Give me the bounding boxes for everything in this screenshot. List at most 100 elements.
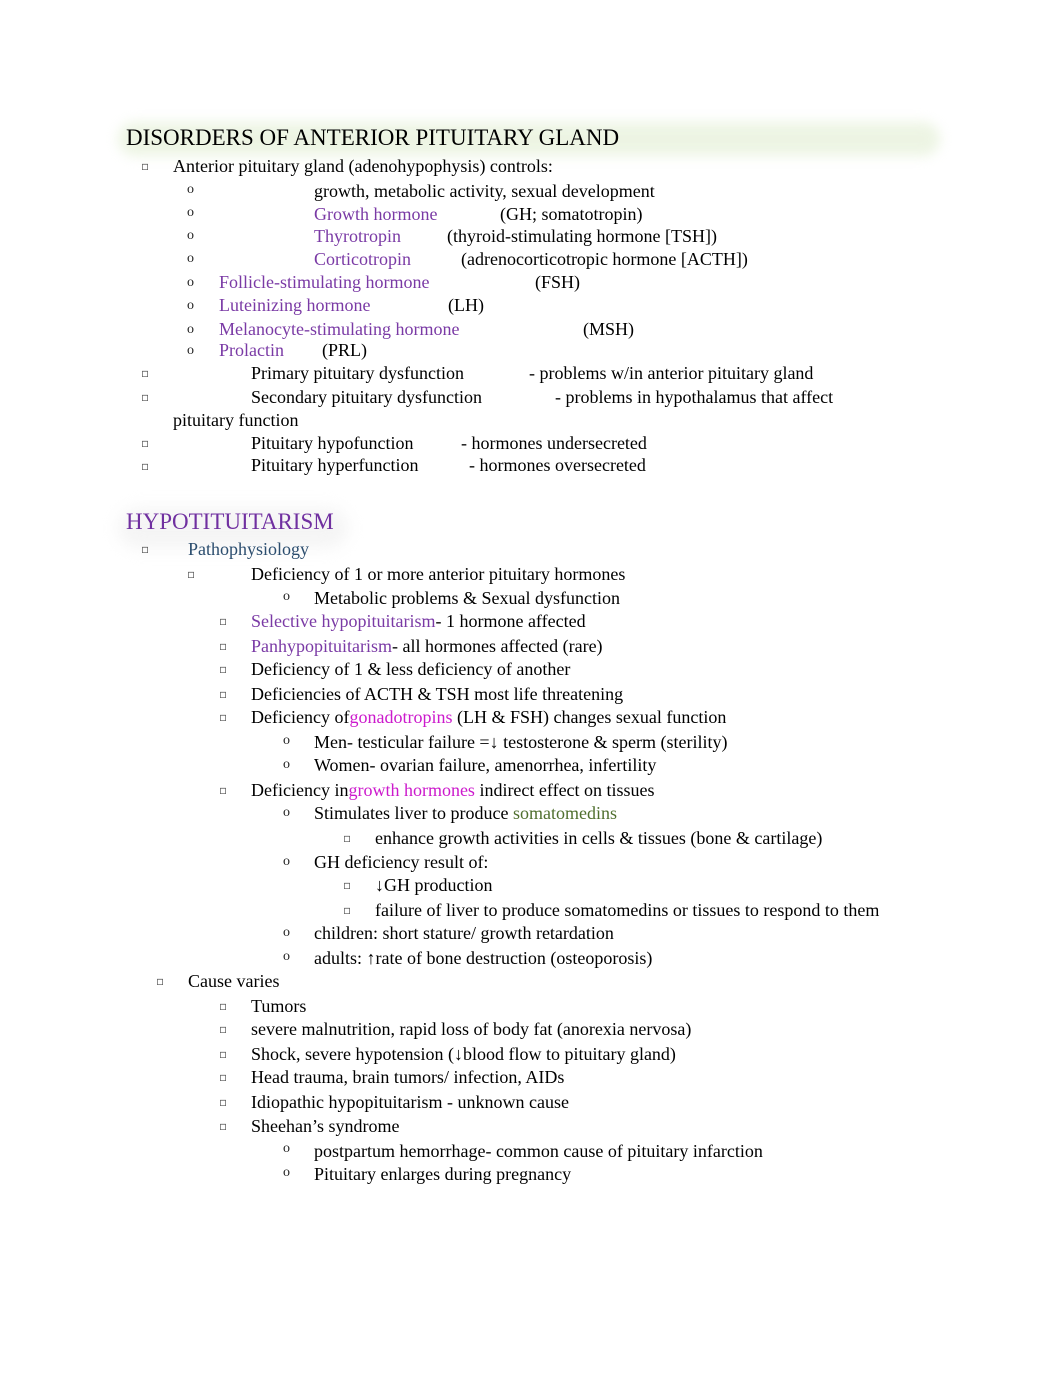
square-bullet-icon: ▫ [219, 783, 228, 797]
term-fsh: Follicle-stimulating hormone [219, 272, 430, 292]
item-prefix: Deficiency of [251, 707, 350, 727]
term-gonadotropins: gonadotropins [349, 707, 453, 727]
square-bullet-icon: ▫ [219, 662, 228, 676]
term-somatomedins: somatomedins [512, 803, 617, 823]
circle-bullet-icon: o [283, 805, 290, 820]
circle-bullet-icon: o [283, 1141, 290, 1156]
item-desc-continuation: pituitary function [173, 410, 299, 430]
list-item: Women- ovarian failure, amenorrhea, infe… [314, 755, 657, 775]
item-prefix: Deficiency in [251, 780, 349, 800]
item-desc: - all hormones affected (rare) [392, 636, 603, 656]
item-desc: (MSH) [583, 319, 635, 339]
list-item: Growth hormone [314, 203, 437, 225]
term-lh: Luteinizing hormone [219, 295, 371, 315]
circle-bullet-icon: o [187, 275, 194, 290]
square-bullet-icon: ▫ [141, 459, 150, 473]
term-prolactin: Prolactin [219, 340, 284, 360]
circle-bullet-icon: o [187, 298, 194, 313]
square-bullet-icon: ▫ [343, 831, 352, 845]
item-prefix: Stimulates liver to produce [314, 803, 513, 823]
square-bullet-icon: ▫ [219, 687, 228, 701]
list-item: postpartum hemorrhage- common cause of p… [314, 1141, 763, 1161]
circle-bullet-icon: o [187, 322, 194, 337]
item-desc: - problems in hypothalamus that affect [555, 387, 834, 407]
list-item: Head trauma, brain tumors/ infection, AI… [251, 1067, 565, 1087]
section-title-disorders: DISORDERS OF ANTERIOR PITUITARY GLAND [126, 125, 620, 150]
term-growth-hormones: growth hormones [348, 780, 475, 800]
square-bullet-icon: ▫ [219, 999, 228, 1013]
circle-bullet-icon: o [283, 854, 290, 869]
list-item: GH deficiency result of: [314, 852, 489, 872]
item-desc: growth, metabolic activity, sexual devel… [314, 181, 655, 201]
item-desc: - hormones oversecreted [469, 455, 646, 475]
intro-text: Anterior pituitary gland (adenohypophysi… [173, 156, 553, 176]
circle-bullet-icon: o [283, 757, 290, 772]
list-item: Selective hypopituitarism- 1 hormone aff… [251, 610, 586, 632]
list-item: children: short stature/ growth retardat… [314, 923, 614, 943]
square-bullet-icon: ▫ [141, 542, 150, 556]
term-hypofunction: Pituitary hypofunction [251, 433, 414, 453]
circle-bullet-icon: o [187, 343, 194, 358]
item-desc: - problems w/in anterior pituitary gland [529, 363, 814, 383]
circle-bullet-icon: o [283, 949, 290, 964]
item-desc: (PRL) [322, 340, 367, 360]
square-bullet-icon: ▫ [141, 159, 150, 173]
square-bullet-icon: ▫ [219, 614, 228, 628]
item-desc: - 1 hormone affected [435, 611, 586, 631]
square-bullet-icon: ▫ [219, 710, 228, 724]
term-corticotropin: Corticotropin [314, 249, 411, 269]
square-bullet-icon: ▫ [141, 366, 150, 380]
list-item: Stimulates liver to produce somatomedins [314, 802, 617, 824]
circle-bullet-icon: o [283, 733, 290, 748]
list-item: ↓GH production [375, 875, 493, 895]
list-item: Deficiency of 1 & less deficiency of ano… [251, 659, 571, 679]
term-hyperfunction: Pituitary hyperfunction [251, 455, 419, 475]
circle-bullet-icon: o [187, 182, 194, 197]
list-item: Deficiency ofgonadotropins (LH & FSH) ch… [251, 706, 726, 728]
term-thyrotropin: Thyrotropin [314, 226, 401, 246]
list-item: adults: ↑rate of bone destruction (osteo… [314, 948, 653, 968]
square-bullet-icon: ▫ [219, 1047, 228, 1061]
square-bullet-icon: ▫ [156, 974, 165, 988]
document-page: DISORDERS OF ANTERIOR PITUITARY GLAND ▫ … [0, 0, 1062, 1377]
square-bullet-icon: ▫ [343, 878, 352, 892]
list-item: Tumors [251, 996, 307, 1016]
square-bullet-icon: ▫ [219, 639, 228, 653]
term-primary-dysfunction: Primary pituitary dysfunction [251, 363, 464, 383]
item-desc: (adrenocorticotropic hormone [ACTH]) [461, 249, 748, 269]
list-item: growth, metabolic activity, sexual devel… [314, 180, 655, 202]
circle-bullet-icon: o [283, 925, 290, 940]
list-item: Pituitary enlarges during pregnancy [314, 1164, 572, 1184]
subheading-cause-varies: Cause varies [188, 971, 280, 991]
list-item: enhance growth activities in cells & tis… [375, 828, 823, 848]
subheading-pathophysiology: Pathophysiology [188, 539, 310, 559]
item-desc: (GH; somatotropin) [500, 204, 643, 224]
item-desc: - hormones undersecreted [461, 433, 647, 453]
item-suffix: indirect effect on tissues [474, 780, 655, 800]
term-secondary-dysfunction: Secondary pituitary dysfunction [251, 387, 482, 407]
list-item: Panhypopituitarism- all hormones affecte… [251, 635, 603, 657]
item-desc: (FSH) [535, 272, 581, 292]
term-growth-hormone: Growth hormone [314, 204, 438, 224]
list-item: Idiopathic hypopituitarism - unknown cau… [251, 1092, 569, 1112]
list-item: Men- testicular failure =↓ testosterone … [314, 732, 728, 752]
list-item: failure of liver to produce somatomedins… [375, 900, 880, 920]
list-item: Deficiencies of ACTH & TSH most life thr… [251, 684, 624, 704]
circle-bullet-icon: o [283, 589, 290, 604]
term-msh: Melanocyte-stimulating hormone [219, 319, 460, 339]
section-title-hypopituitarism: HYPOTITUITARISM [126, 509, 334, 534]
item-desc: (thyroid-stimulating hormone [TSH]) [447, 226, 717, 246]
item-desc: (LH) [448, 295, 484, 315]
square-bullet-icon: ▫ [141, 390, 150, 404]
list-item: Deficiency of 1 or more anterior pituita… [251, 564, 626, 584]
list-item: Metabolic problems & Sexual dysfunction [314, 588, 620, 608]
item-suffix: (LH & FSH) changes sexual function [452, 707, 727, 727]
list-item: Sheehan’s syndrome [251, 1116, 400, 1136]
square-bullet-icon: ▫ [219, 1070, 228, 1084]
square-bullet-icon: ▫ [219, 1022, 228, 1036]
square-bullet-icon: ▫ [219, 1119, 228, 1133]
circle-bullet-icon: o [283, 1165, 290, 1180]
circle-bullet-icon: o [187, 251, 194, 266]
circle-bullet-icon: o [187, 228, 194, 243]
square-bullet-icon: ▫ [141, 436, 150, 450]
